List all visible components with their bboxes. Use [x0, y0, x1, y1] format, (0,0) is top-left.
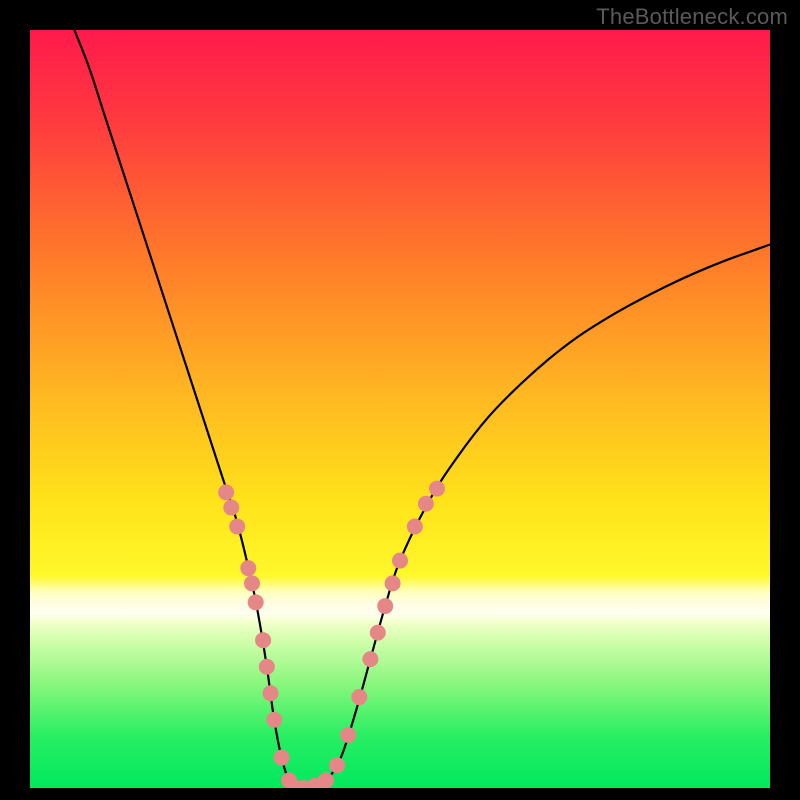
data-marker — [385, 575, 401, 591]
data-marker — [223, 500, 239, 516]
data-marker — [240, 560, 256, 576]
data-marker — [259, 659, 275, 675]
data-marker — [248, 594, 264, 610]
gradient-background — [30, 30, 770, 788]
bottleneck-chart — [30, 30, 770, 788]
data-marker — [329, 757, 345, 773]
data-marker — [229, 518, 245, 534]
data-marker — [340, 727, 356, 743]
data-marker — [218, 484, 234, 500]
data-marker — [263, 685, 279, 701]
data-marker — [255, 632, 271, 648]
data-marker — [362, 651, 378, 667]
data-marker — [274, 750, 290, 766]
data-marker — [418, 496, 434, 512]
data-marker — [318, 772, 334, 788]
data-marker — [244, 575, 260, 591]
data-marker — [392, 553, 408, 569]
data-marker — [370, 625, 386, 641]
data-marker — [377, 598, 393, 614]
watermark-text: TheBottleneck.com — [596, 4, 788, 30]
data-marker — [266, 712, 282, 728]
data-marker — [351, 689, 367, 705]
chart-frame: TheBottleneck.com — [0, 0, 800, 800]
data-marker — [429, 481, 445, 497]
data-marker — [407, 518, 423, 534]
